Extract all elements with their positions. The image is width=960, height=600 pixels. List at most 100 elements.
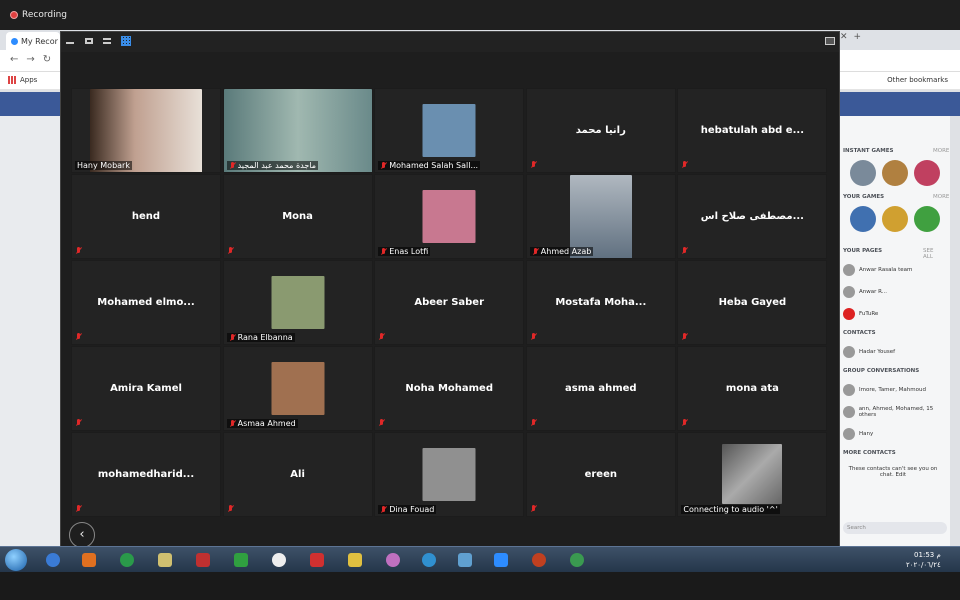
- game-icon[interactable]: [882, 206, 908, 232]
- telegram-icon[interactable]: [422, 553, 436, 567]
- new-tab-icon[interactable]: +: [854, 32, 862, 42]
- participant-label-text: Ahmed Azab: [540, 247, 592, 256]
- muted-mic-icon: [75, 419, 82, 427]
- participant-tile[interactable]: Rana Elbanna: [222, 260, 373, 345]
- minimize-icon[interactable]: [66, 38, 74, 44]
- tab-close-icon[interactable]: ✕: [840, 32, 848, 42]
- participant-label-text: Rana Elbanna: [237, 333, 293, 342]
- app-icon[interactable]: [386, 553, 400, 567]
- participant-tile[interactable]: Mohamed Salah Sall...: [374, 88, 525, 173]
- participant-tile[interactable]: Asmaa Ahmed: [222, 346, 373, 431]
- participant-tile[interactable]: Ali: [222, 432, 373, 517]
- muted-mic-icon: [378, 419, 385, 427]
- participant-tile[interactable]: Mostafa Moha...: [525, 260, 676, 345]
- muted-mic-icon: [229, 161, 236, 170]
- participant-name: Ali: [290, 469, 305, 480]
- page-item[interactable]: Anwar Rasala team: [843, 264, 912, 276]
- participant-tile[interactable]: Heba Gayed: [677, 260, 828, 345]
- game-icon[interactable]: [914, 206, 940, 232]
- participant-tile[interactable]: Mohamed elmo...: [71, 260, 221, 345]
- apps-grid-icon: [8, 76, 16, 84]
- participant-tile[interactable]: Amira Kamel: [71, 346, 221, 431]
- nav-buttons[interactable]: ←→↻: [10, 54, 59, 65]
- participant-tile[interactable]: Abeer Saber: [374, 260, 525, 345]
- participant-label-text: ماجدة محمد عبد المجيد: [237, 161, 317, 170]
- participant-tile[interactable]: Noha Mohamed: [374, 346, 525, 431]
- group-item[interactable]: Imore, Tamer, Mahmoud: [843, 384, 926, 396]
- app-icon[interactable]: [532, 553, 546, 567]
- zoom-taskbar-icon[interactable]: [494, 553, 508, 567]
- participant-label-text: Asmaa Ahmed: [237, 419, 296, 428]
- participant-tile[interactable]: Hany Mobark: [71, 88, 221, 173]
- chat-search-input[interactable]: Search: [843, 522, 947, 534]
- other-bookmarks[interactable]: Other bookmarks: [887, 76, 948, 84]
- participant-tile[interactable]: رانيا محمد: [525, 88, 676, 173]
- group-item[interactable]: Hany: [843, 428, 873, 440]
- app-icon[interactable]: [82, 553, 96, 567]
- app-icon[interactable]: [458, 553, 472, 567]
- participant-label: Enas Lotfi: [378, 247, 431, 256]
- start-button[interactable]: [5, 549, 27, 571]
- exit-fullscreen-icon[interactable]: [825, 37, 835, 45]
- muted-mic-icon: [380, 505, 387, 514]
- zoom-favicon-icon: [11, 37, 18, 45]
- participant-name: Mostafa Moha...: [555, 297, 647, 308]
- participant-name: Noha Mohamed: [405, 383, 493, 394]
- participant-tile[interactable]: asma ahmed: [525, 346, 676, 431]
- app-icon[interactable]: [120, 553, 134, 567]
- chrome-icon[interactable]: [570, 553, 584, 567]
- system-clock[interactable]: 01:53 م ٢٠٢٠/٠٦/٢٤: [906, 550, 941, 570]
- apps-label: Apps: [20, 76, 38, 84]
- participant-tile[interactable]: ماجدة محمد عبد المجيد: [222, 88, 373, 173]
- app-icon[interactable]: [196, 553, 210, 567]
- game-icon[interactable]: [882, 160, 908, 186]
- profile-picture: [722, 444, 783, 504]
- participant-name: Heba Gayed: [718, 297, 787, 308]
- muted-mic-icon: [681, 161, 688, 169]
- app-icon[interactable]: [272, 553, 286, 567]
- group-avatar: [843, 428, 855, 440]
- apps-shortcut[interactable]: Apps: [8, 76, 37, 84]
- group-item[interactable]: ann, Ahmed, Mohamed, 15 others: [843, 406, 950, 418]
- participant-name: mona ata: [725, 383, 779, 394]
- ie-icon[interactable]: [46, 553, 60, 567]
- restore-icon[interactable]: [85, 38, 93, 44]
- zoom-window: Hany Mobark ماجدة محمد عبد المجيد Mohamed …: [60, 31, 840, 558]
- game-icon[interactable]: [914, 160, 940, 186]
- browser-tab[interactable]: My Recor: [6, 32, 60, 50]
- participant-tile[interactable]: Dina Fouad: [374, 432, 525, 517]
- recording-label: Recording: [22, 10, 68, 20]
- previous-page-button[interactable]: ‹: [69, 522, 95, 548]
- profile-picture: [422, 104, 476, 157]
- participant-tile[interactable]: Enas Lotfi: [374, 174, 525, 259]
- game-icon[interactable]: [850, 206, 876, 232]
- page-item[interactable]: FuTuRe: [843, 308, 878, 320]
- participant-tile[interactable]: مصطفى صلاح اس...: [677, 174, 828, 259]
- participant-label: Ahmed Azab: [529, 247, 594, 256]
- app-icon[interactable]: [158, 553, 172, 567]
- page-avatar: [843, 308, 855, 320]
- muted-mic-icon: [681, 247, 688, 255]
- muted-mic-icon: [530, 161, 537, 169]
- group-avatar: [843, 384, 855, 396]
- participant-tile[interactable]: hend: [71, 174, 221, 259]
- page-item[interactable]: Anwar R...: [843, 286, 887, 298]
- participant-tile[interactable]: Connecting to audio '^': [677, 432, 828, 517]
- participant-tile[interactable]: ereen: [525, 432, 676, 517]
- profile-picture: [271, 362, 325, 415]
- game-icon[interactable]: [850, 160, 876, 186]
- participant-tile[interactable]: mohamedharid...: [71, 432, 221, 517]
- app-icon[interactable]: [348, 553, 362, 567]
- muted-mic-icon: [681, 419, 688, 427]
- contact-item[interactable]: Hadar Yousef: [843, 346, 895, 358]
- participant-tile[interactable]: Ahmed Azab: [525, 174, 676, 259]
- participant-label: Dina Fouad: [378, 505, 437, 514]
- app-icon[interactable]: [310, 553, 324, 567]
- speaker-view-icon[interactable]: [103, 38, 111, 44]
- participant-tile[interactable]: hebatulah abd e...: [677, 88, 828, 173]
- gallery-view-icon[interactable]: [121, 36, 131, 46]
- app-icon[interactable]: [234, 553, 248, 567]
- participant-tile[interactable]: mona ata: [677, 346, 828, 431]
- participant-tile[interactable]: Mona: [222, 174, 373, 259]
- instant-games-header: INSTANT GAMES MORE: [843, 148, 950, 154]
